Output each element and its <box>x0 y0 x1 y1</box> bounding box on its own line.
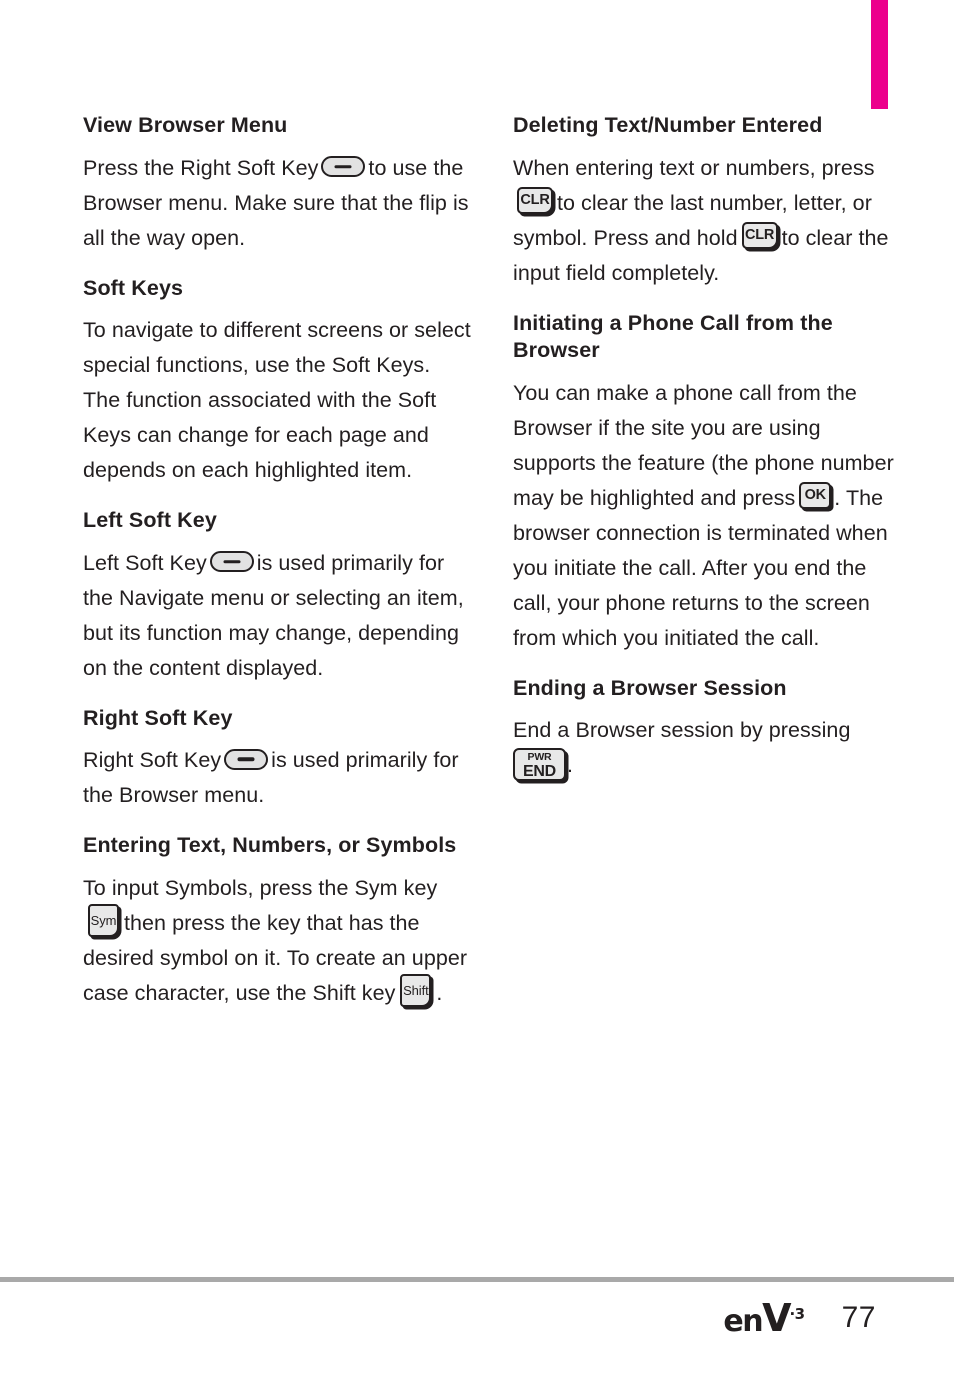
section-body: You can make a phone call from the Brows… <box>513 376 909 656</box>
body-text-part: When entering text or numbers, press <box>513 155 875 180</box>
section-heading: Ending a Browser Session <box>513 675 787 700</box>
section-body: To navigate to different screens or sele… <box>83 318 471 483</box>
section-heading: Left Soft Key <box>83 508 217 533</box>
section-deleting-text-number-entered: Deleting Text/Number Entered When enteri… <box>513 112 909 291</box>
left-soft-key-icon <box>209 551 254 573</box>
section-heading: View Browser Menu <box>83 113 288 137</box>
clr-key-icon: CLR <box>517 187 553 215</box>
body-text-part: Left Soft Key <box>83 550 207 575</box>
section-soft-keys: Soft Keys To navigate to different scree… <box>83 275 473 489</box>
shift-key-icon: Shift <box>400 974 432 1008</box>
section-body: Right Soft Key is used primarily for the … <box>83 743 473 813</box>
right-soft-key-icon <box>224 748 269 770</box>
body-text-part: Press the Right Soft Key <box>83 155 319 180</box>
section-body: Press the Right Soft Key to use the Brows… <box>83 151 473 256</box>
two-column-body: View Browser Menu Press the Right Soft K… <box>0 112 954 1011</box>
section-heading: Deleting Text/Number Entered <box>513 113 823 137</box>
right-column: Deleting Text/Number Entered When enteri… <box>513 112 909 1011</box>
env3-logo: enV·3 <box>723 1296 805 1340</box>
body-text-part: To input Symbols, press the Sym key <box>83 875 438 900</box>
body-text-part: . The browser connection is terminated w… <box>513 485 888 650</box>
right-soft-key-icon <box>321 156 366 178</box>
section-body: When entering text or numbers, pressCLR t… <box>513 151 909 291</box>
footer-divider <box>0 1277 954 1282</box>
section-initiating-phone-call: Initiating a Phone Call from the Browser… <box>513 310 909 656</box>
section-ending-browser-session: Ending a Browser Session End a Browser s… <box>513 675 909 784</box>
chapter-edge-tab <box>871 0 888 109</box>
body-text-part: Right Soft Key <box>83 748 222 773</box>
end-key-end-label: END <box>523 762 556 780</box>
page-number: 77 <box>841 1301 876 1334</box>
section-body: To input Symbols, press the Sym keySym th… <box>83 871 473 1011</box>
section-heading: Initiating a Phone Call from the Browser <box>513 310 833 363</box>
end-key-pwr-label: PWR <box>527 750 552 763</box>
section-heading: Entering Text, Numbers, or Symbols <box>83 833 457 858</box>
sym-key-icon: Sym <box>88 904 119 938</box>
logo-prefix: en <box>723 1304 763 1339</box>
logo-mark: V <box>762 1296 791 1340</box>
end-key-icon: PWR END <box>513 747 566 781</box>
page-footer: enV·3 77 <box>0 1288 954 1348</box>
body-text-part: End a Browser session by pressing <box>513 718 851 743</box>
section-heading: Right Soft Key <box>83 705 233 730</box>
section-right-soft-key: Right Soft Key Right Soft Key is used pri… <box>83 705 473 814</box>
section-entering-text-numbers-symbols: Entering Text, Numbers, or Symbols To in… <box>83 832 473 1011</box>
left-column: View Browser Menu Press the Right Soft K… <box>83 112 473 1011</box>
ok-key-icon: OK <box>799 482 832 510</box>
section-heading: Soft Keys <box>83 275 184 300</box>
body-text-part: . <box>567 753 574 778</box>
clr-key-icon: CLR <box>741 222 778 250</box>
section-left-soft-key: Left Soft Key Left Soft Key is used prima… <box>83 507 473 686</box>
section-body: End a Browser session by pressing PWR END. <box>513 713 909 783</box>
section-view-browser-menu: View Browser Menu Press the Right Soft K… <box>83 112 473 256</box>
section-body: Left Soft Key is used primarily for the N… <box>83 546 473 686</box>
logo-superscript: ·3 <box>789 1304 805 1323</box>
manual-page: View Browser Menu Press the Right Soft K… <box>0 0 954 1374</box>
body-text-part: . <box>436 980 443 1005</box>
